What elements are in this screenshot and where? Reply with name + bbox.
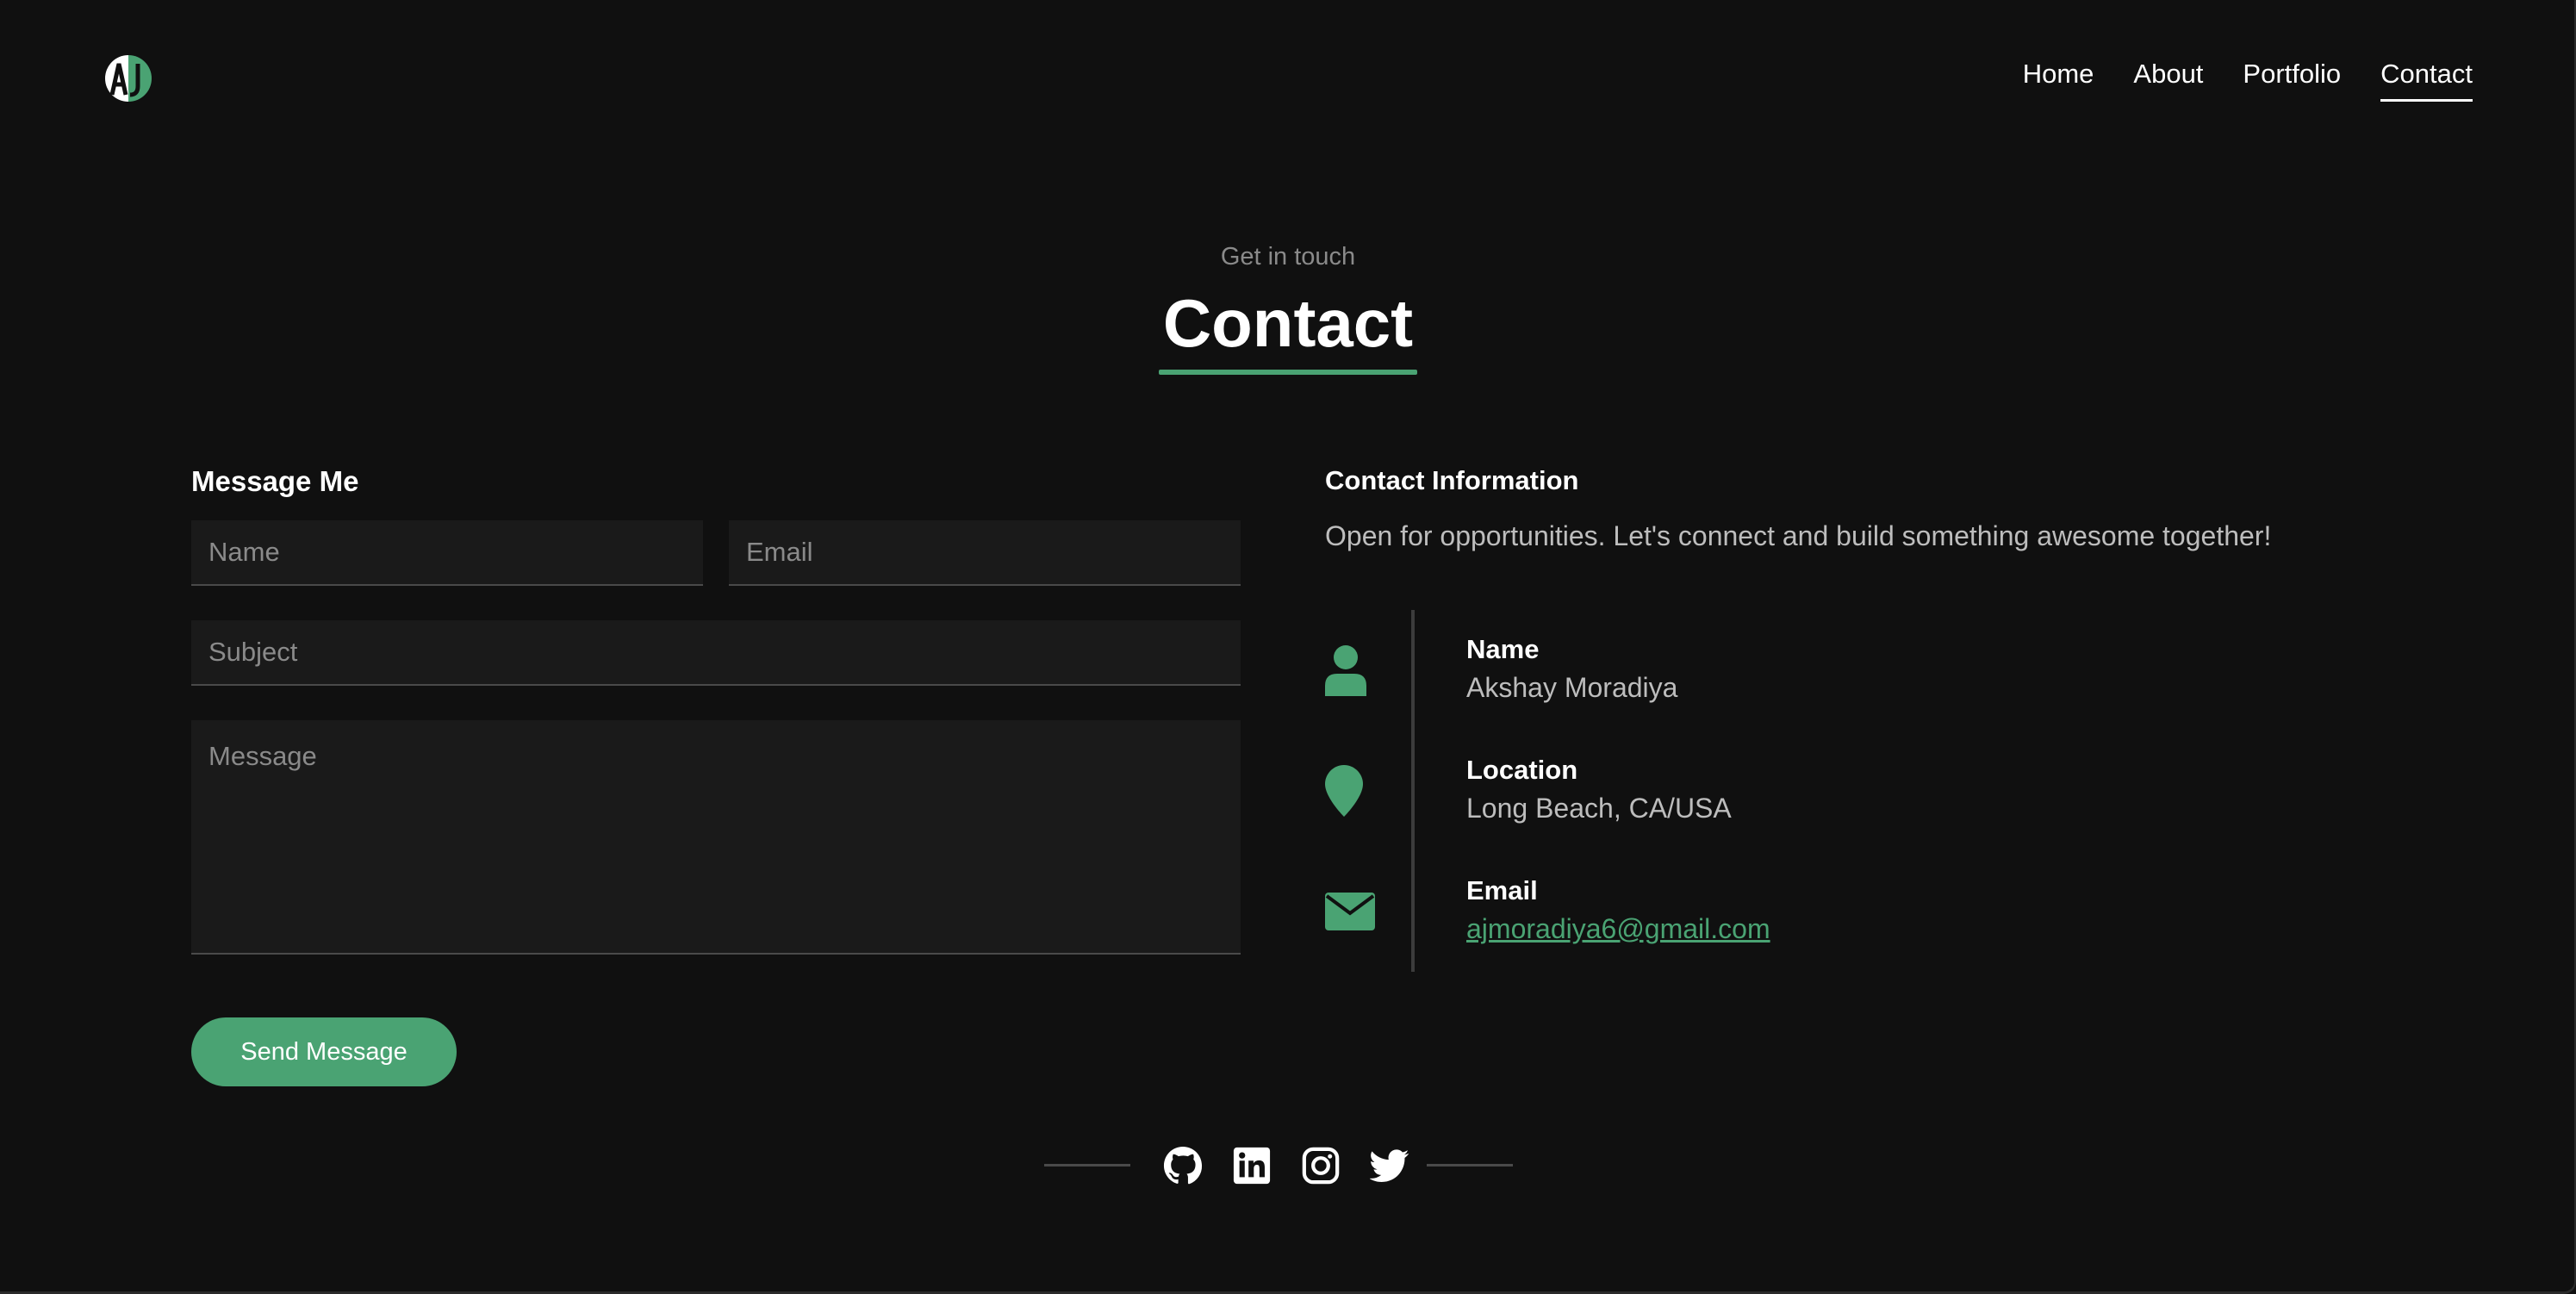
location-pin-icon bbox=[1325, 765, 1363, 817]
twitter-icon[interactable] bbox=[1370, 1146, 1409, 1185]
name-field[interactable] bbox=[191, 520, 703, 586]
github-icon[interactable] bbox=[1163, 1146, 1203, 1185]
info-location-value: Long Beach, CA/USA bbox=[1466, 793, 1732, 824]
nav-about-link[interactable]: About bbox=[2133, 59, 2203, 102]
email-field[interactable] bbox=[729, 520, 1241, 586]
info-name-value: Akshay Moradiya bbox=[1466, 672, 1678, 703]
nav-contact-link[interactable]: Contact bbox=[2380, 59, 2473, 102]
footer-divider-right bbox=[1427, 1164, 1513, 1166]
user-icon bbox=[1325, 645, 1366, 696]
contact-info-title: Contact Information bbox=[1325, 465, 1579, 495]
contact-info-description: Open for opportunities. Let's connect an… bbox=[1325, 520, 2272, 551]
email-link[interactable]: ajmoradiya6@gmail.com bbox=[1466, 913, 1770, 944]
send-message-button[interactable]: Send Message bbox=[191, 1017, 457, 1086]
subject-field[interactable] bbox=[191, 620, 1241, 686]
nav-home-link[interactable]: Home bbox=[2023, 59, 2094, 102]
title-underline bbox=[1159, 370, 1417, 375]
footer-divider-left bbox=[1044, 1164, 1130, 1166]
main-nav: Home About Portfolio Contact bbox=[2023, 59, 2473, 102]
form-title: Message Me bbox=[191, 465, 359, 497]
nav-portfolio-link[interactable]: Portfolio bbox=[2243, 59, 2341, 102]
envelope-icon bbox=[1325, 893, 1375, 930]
info-location-label: Location bbox=[1466, 755, 1578, 785]
instagram-icon[interactable] bbox=[1301, 1146, 1341, 1185]
page-title: Contact bbox=[1162, 285, 1414, 361]
info-name-label: Name bbox=[1466, 634, 1540, 664]
info-divider bbox=[1411, 610, 1415, 972]
info-email-label: Email bbox=[1466, 875, 1538, 905]
linkedin-icon[interactable] bbox=[1232, 1146, 1272, 1185]
message-field[interactable] bbox=[191, 720, 1241, 955]
aj-monogram-icon[interactable] bbox=[102, 52, 155, 105]
section-eyebrow: Get in touch bbox=[1220, 243, 1356, 271]
